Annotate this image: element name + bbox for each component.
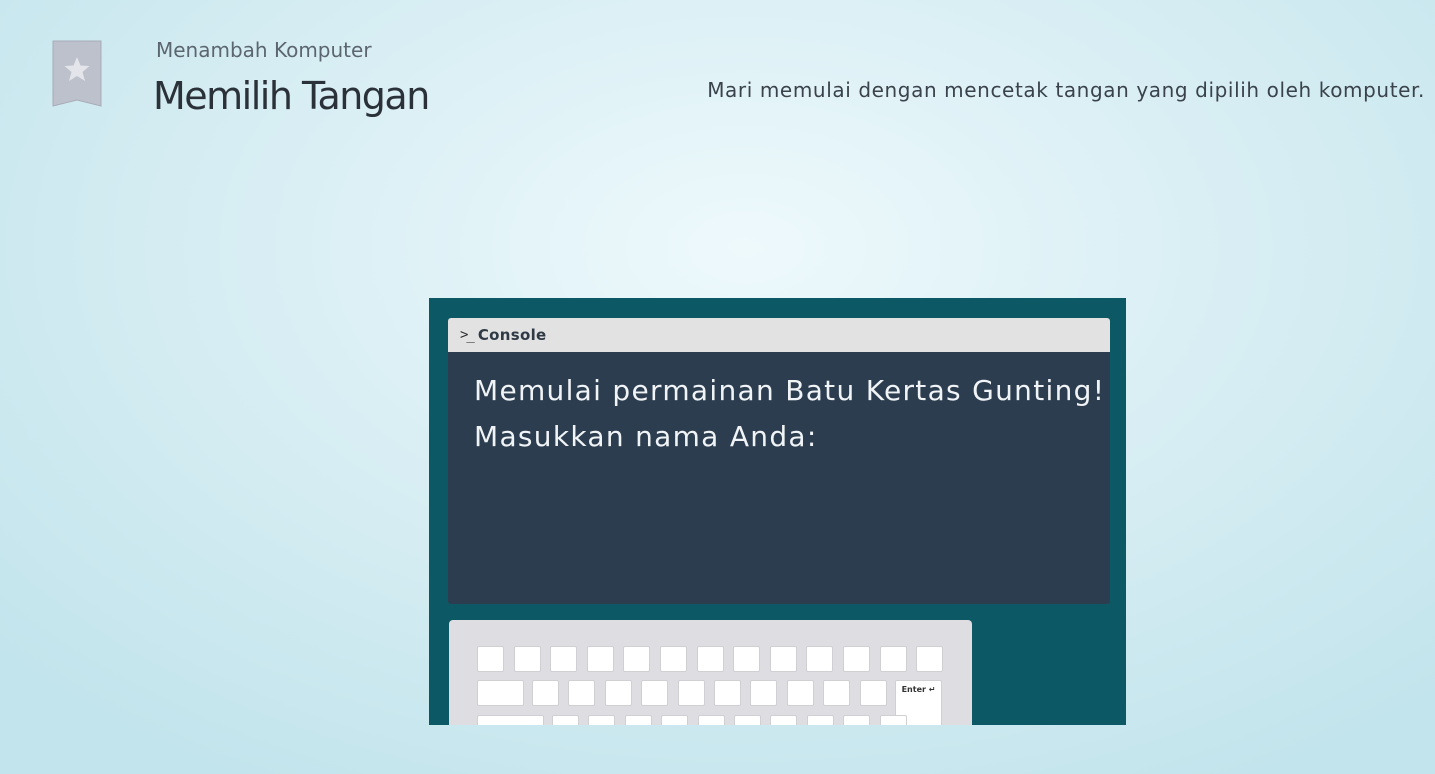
keyboard-key[interactable]	[623, 646, 651, 672]
star-bookmark-icon	[52, 40, 102, 107]
keyboard-key[interactable]	[879, 715, 907, 725]
keyboard-key[interactable]	[806, 646, 834, 672]
keyboard-key[interactable]	[568, 680, 596, 706]
console-output[interactable]: Memulai permainan Batu Kertas Gunting! M…	[448, 352, 1110, 476]
on-screen-keyboard: Enter ↵	[449, 620, 972, 725]
keyboard-key[interactable]	[786, 680, 814, 706]
keyboard-key[interactable]	[661, 715, 689, 725]
keyboard-key[interactable]	[660, 646, 687, 672]
console-panel: >_ Console Memulai permainan Batu Kertas…	[448, 318, 1110, 604]
lesson-subtitle: Menambah Komputer	[156, 38, 372, 62]
keyboard-key[interactable]	[823, 680, 851, 706]
enter-key-label: Enter ↵	[901, 685, 936, 694]
keyboard-key[interactable]	[477, 715, 544, 725]
console-title: Console	[477, 326, 547, 344]
keyboard-key[interactable]	[677, 680, 705, 706]
keyboard-key[interactable]	[697, 715, 725, 725]
keyboard-key[interactable]	[843, 646, 870, 672]
keyboard-key[interactable]	[770, 715, 798, 725]
keyboard-key[interactable]	[624, 715, 652, 725]
keyboard-key[interactable]	[714, 680, 741, 706]
console-line: Masukkan nama Anda:	[474, 420, 818, 453]
keyboard-key[interactable]	[513, 646, 541, 672]
keyboard-key[interactable]	[477, 646, 504, 672]
keyboard-key[interactable]	[532, 680, 559, 706]
console-prompt-icon: >_	[460, 327, 475, 343]
keyboard-key[interactable]	[550, 646, 578, 672]
console-line: Memulai permainan Batu Kertas Gunting!	[474, 374, 1106, 407]
keyboard-key[interactable]	[769, 646, 797, 672]
keyboard-key[interactable]	[641, 680, 669, 706]
keyboard-key[interactable]	[734, 715, 761, 725]
keyboard-key[interactable]	[588, 715, 616, 725]
keyboard-key[interactable]	[879, 646, 907, 672]
keyboard-key[interactable]	[916, 646, 944, 672]
lesson-instruction: Mari memulai dengan mencetak tangan yang…	[707, 78, 1425, 102]
code-stage: >_ Console Memulai permainan Batu Kertas…	[429, 298, 1126, 725]
lesson-title: Memilih Tangan	[153, 74, 430, 118]
keyboard-key[interactable]	[477, 680, 524, 706]
keyboard-key[interactable]	[586, 646, 614, 672]
keyboard-key[interactable]	[604, 680, 632, 706]
keyboard-key[interactable]	[859, 680, 887, 706]
keyboard-key[interactable]	[696, 646, 724, 672]
bookmark-button[interactable]	[52, 40, 102, 108]
console-title-bar: >_ Console	[448, 318, 1110, 352]
keyboard-key[interactable]	[806, 715, 834, 725]
keyboard-key[interactable]	[733, 646, 761, 672]
keyboard-key[interactable]	[750, 680, 778, 706]
keyboard-key[interactable]	[843, 715, 871, 725]
keyboard-key[interactable]	[552, 715, 579, 725]
